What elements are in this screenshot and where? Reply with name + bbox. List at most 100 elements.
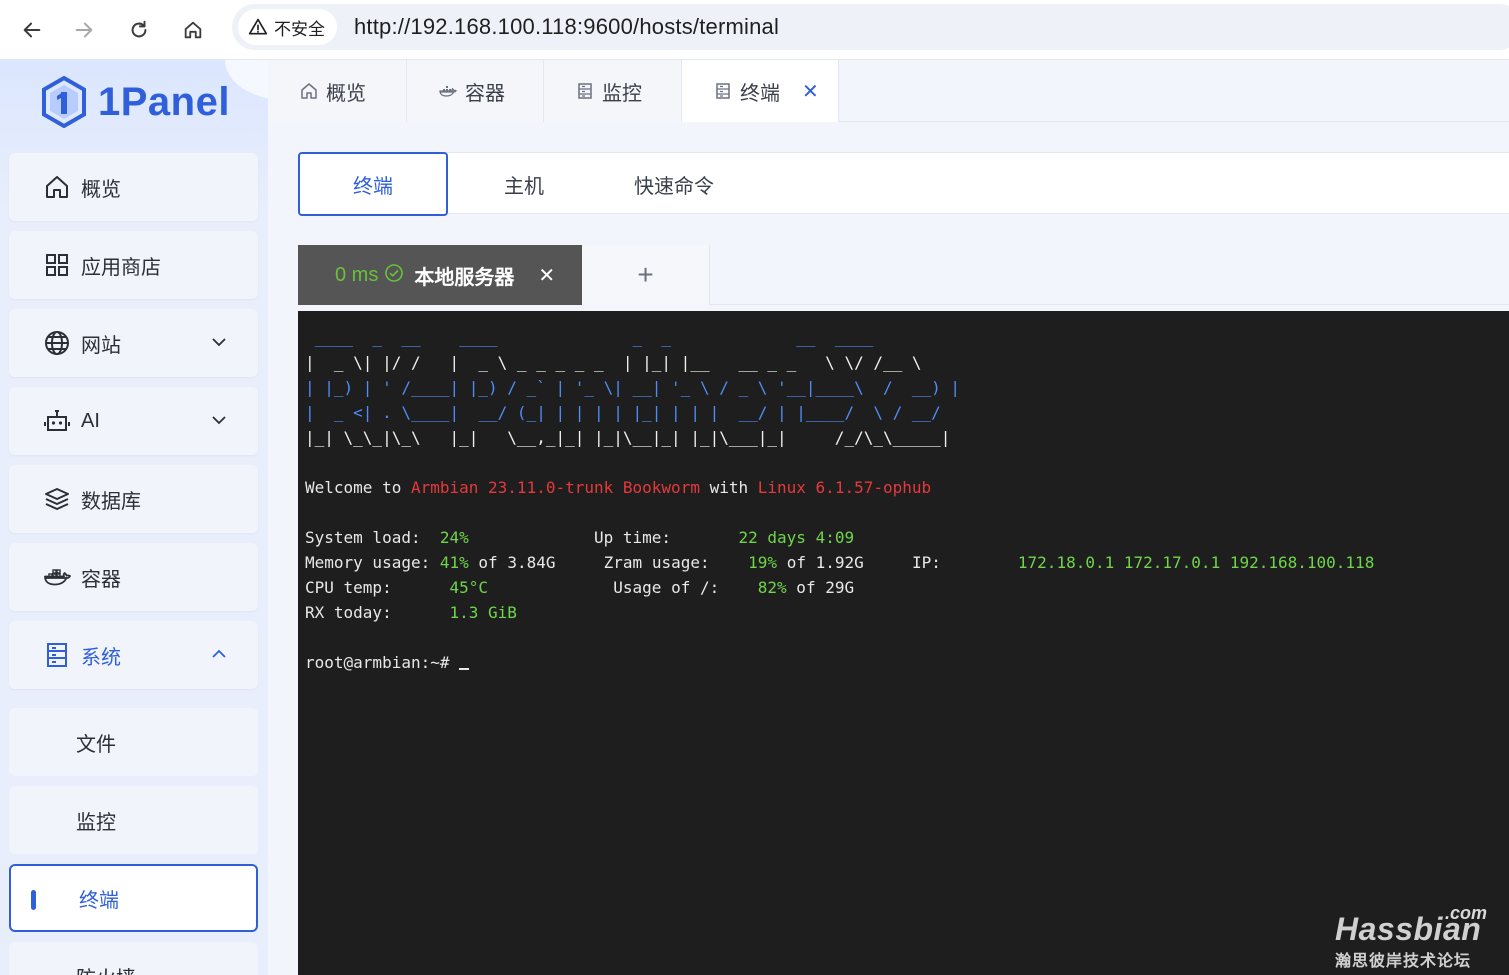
memory-of: of 3.84G <box>468 553 556 572</box>
terminal-cursor <box>459 652 470 670</box>
database-layers-icon <box>43 485 71 513</box>
server-icon <box>578 83 592 99</box>
welcome-mid: with <box>699 478 758 497</box>
sidebar-subitem-terminal[interactable]: 终端 <box>9 864 258 932</box>
robot-icon <box>43 407 71 435</box>
welcome-kernel: Linux 6.1.57-ophub <box>757 478 932 497</box>
server-icon <box>716 83 730 99</box>
arrow-right-icon <box>75 22 93 38</box>
logo-text: 1Panel <box>98 79 230 124</box>
forward-button[interactable] <box>64 10 104 50</box>
tab-label: 概览 <box>326 82 366 105</box>
page-tabs-bar: 概览 容器 监控 终端 ✕ <box>268 60 1509 122</box>
tab-monitor[interactable]: 监控 <box>544 60 682 122</box>
terminal-screen[interactable]: ____ _ __ ____ _ _ __ ____ | _ \| |/ / |… <box>298 311 1509 975</box>
latency-label: 0 ms <box>335 263 379 286</box>
home-icon <box>301 83 317 99</box>
add-terminal-button[interactable]: + <box>582 245 710 305</box>
tab-terminal[interactable]: 终端 ✕ <box>682 60 839 122</box>
back-button[interactable] <box>12 10 52 50</box>
sidebar-item-overview[interactable]: 概览 <box>9 153 258 221</box>
sidebar-subitem-monitor[interactable]: 监控 <box>9 786 258 854</box>
server-icon <box>43 641 71 669</box>
subtab-host[interactable]: 主机 <box>474 153 574 215</box>
home-icon <box>43 173 71 201</box>
sidebar-item-label: AI <box>81 409 100 432</box>
logo[interactable]: 1Panel <box>40 76 230 128</box>
sidebar-item-label: 网站 <box>81 334 121 357</box>
sidebar-item-database[interactable]: 数据库 <box>9 465 258 533</box>
system-load-value: 24% <box>439 528 469 547</box>
docker-icon <box>43 563 71 591</box>
subtab-terminal[interactable]: 终端 <box>298 152 448 216</box>
url-text[interactable]: http://192.168.100.118:9600/hosts/termin… <box>354 14 779 40</box>
sidebar-item-label: 容器 <box>81 568 121 591</box>
sidebar-subitem-label: 终端 <box>79 889 119 912</box>
cpu-temp-label: CPU temp: <box>305 578 392 597</box>
rx-today-label: RX today: <box>305 603 392 622</box>
sidebar-item-label: 系统 <box>81 646 121 669</box>
close-icon[interactable]: ✕ <box>538 263 555 288</box>
terminal-tab-name: 本地服务器 <box>414 266 515 289</box>
address-bar[interactable]: 不安全 http://192.168.100.118:9600/hosts/te… <box>232 4 1509 50</box>
memory-pct: 41% <box>439 553 469 572</box>
home-button[interactable] <box>173 10 213 50</box>
sidebar-item-label: 数据库 <box>81 490 141 513</box>
close-icon[interactable]: ✕ <box>802 79 819 104</box>
tab-overview[interactable]: 概览 <box>268 60 407 122</box>
usage-pct: 82% <box>757 578 787 597</box>
up-time-label: Up time: <box>594 528 672 547</box>
shell-prompt: root@armbian:~# <box>305 653 460 672</box>
watermark-sub: 瀚思彼岸技术论坛 <box>1335 953 1472 970</box>
globe-icon <box>43 329 71 357</box>
sidebar: 1Panel 概览 应用商店 网站 AI 数据库 容器 系统 文件 监控 终端 … <box>0 60 268 975</box>
usage-label: Usage of /: <box>613 578 720 597</box>
reload-button[interactable] <box>119 10 159 50</box>
check-circle-icon <box>384 263 404 288</box>
sidebar-subitem-firewall[interactable]: 防火墙 <box>9 942 258 975</box>
terminal-tab-local-server[interactable]: 0 ms 本地服务器 ✕ <box>298 245 582 305</box>
docker-icon <box>439 86 457 97</box>
sidebar-item-app-store[interactable]: 应用商店 <box>9 231 258 299</box>
sidebar-item-label: 应用商店 <box>81 256 161 279</box>
chevron-down-icon <box>212 416 226 425</box>
watermark-main: Hassbian <box>1335 911 1482 947</box>
tab-container[interactable]: 容器 <box>407 60 544 122</box>
tab-label: 终端 <box>740 82 780 105</box>
welcome-prefix: Welcome to <box>305 478 411 497</box>
banner-line: | |_) | ' /____| |_) / _` | '_ \| __| '_… <box>305 378 961 397</box>
sidebar-item-ai[interactable]: AI <box>9 387 258 455</box>
welcome-distro: Armbian 23.11.0-trunk Bookworm <box>410 478 700 497</box>
home-icon <box>184 21 202 39</box>
sidebar-item-container[interactable]: 容器 <box>9 543 258 611</box>
up-time-value: 22 days 4:09 <box>738 528 855 547</box>
banner-line: | _ <| . \____| __/ (_| | | | | |_| | | … <box>305 403 951 422</box>
apps-grid-icon <box>43 251 71 279</box>
usage-of: of 29G <box>786 578 855 597</box>
warning-triangle-icon <box>248 18 268 35</box>
zram-of: of 1.92G <box>777 553 864 572</box>
content-sub-tabs: 终端 主机 快速命令 <box>298 152 1509 216</box>
watermark-logo: .com Hassbian 瀚思彼岸技术论坛 <box>1335 903 1487 970</box>
chevron-up-icon <box>212 649 226 658</box>
memory-label: Memory usage: <box>305 553 431 572</box>
subtab-quick-commands[interactable]: 快速命令 <box>619 153 729 215</box>
terminal-tabs-bar: 0 ms 本地服务器 ✕ + <box>298 245 1509 305</box>
security-chip[interactable]: 不安全 <box>238 9 337 45</box>
tab-label: 监控 <box>602 82 642 105</box>
sidebar-subitem-files[interactable]: 文件 <box>9 708 258 776</box>
security-label: 不安全 <box>274 19 325 39</box>
chevron-down-icon <box>212 338 226 347</box>
zram-label: Zram usage: <box>603 553 710 572</box>
sidebar-item-label: 概览 <box>81 178 121 201</box>
rx-today-value: 1.3 GiB <box>449 603 517 622</box>
sidebar-item-system[interactable]: 系统 <box>9 621 258 689</box>
tab-label: 容器 <box>465 82 505 105</box>
reload-icon <box>131 20 147 38</box>
cpu-temp-value: 45°C <box>449 578 489 597</box>
ip-label: IP: <box>911 553 941 572</box>
1panel-logo-icon <box>42 76 86 128</box>
banner-line: |_| \_\_|\_\ |_| \__,_|_| |_|\__|_| |_|\… <box>305 428 951 447</box>
banner-line: | _ \| |/ / | _ \ _ _ _ _ _ | |_| |__ __… <box>305 353 932 372</box>
sidebar-item-website[interactable]: 网站 <box>9 309 258 377</box>
